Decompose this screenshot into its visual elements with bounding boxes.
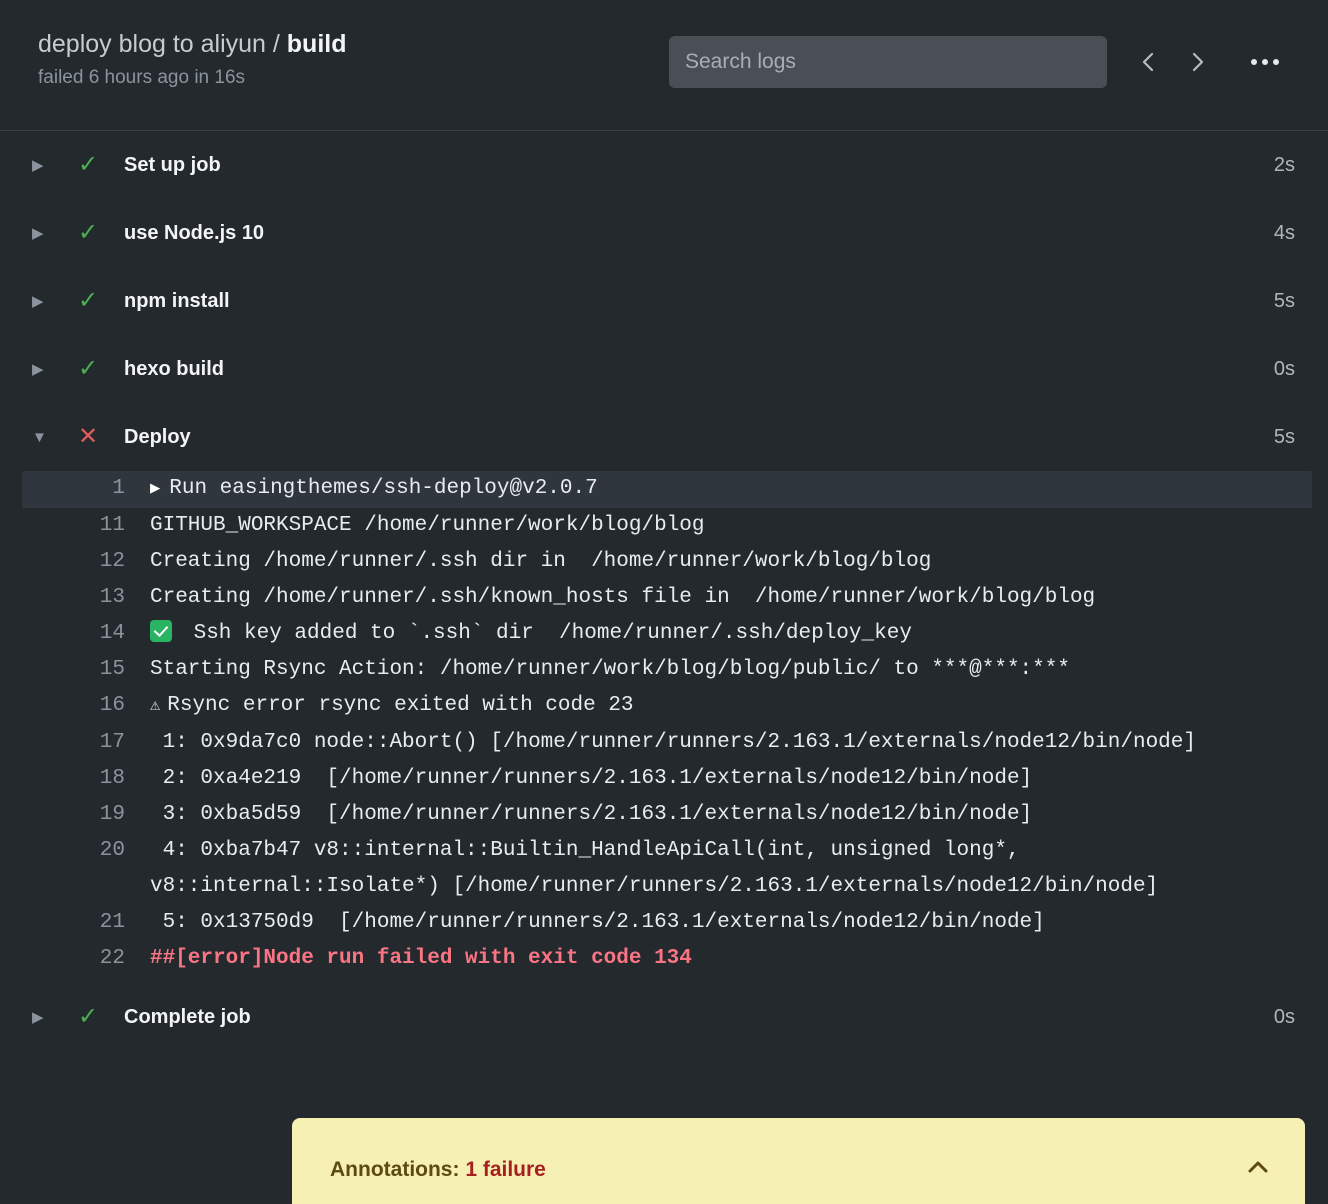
check-icon: ✓ xyxy=(77,287,99,314)
log-line-text: Starting Rsync Action: /home/runner/work… xyxy=(150,658,1070,681)
log-line[interactable]: 15 Starting Rsync Action: /home/runner/w… xyxy=(0,652,1328,688)
log-line[interactable]: 21 5: 0x13750d9 [/home/runner/runners/2.… xyxy=(0,905,1328,941)
log-line-number: 16 xyxy=(99,694,125,717)
kebab-horizontal-icon xyxy=(1251,59,1257,65)
log-line-text: ##[error]Node run failed with exit code … xyxy=(150,947,692,970)
step-row-set-up-job[interactable]: ▶ ✓ Set up job 2s xyxy=(0,131,1328,199)
step-label: Set up job xyxy=(124,153,221,176)
log-line-number: 18 xyxy=(99,767,125,790)
steps-list: ▶ ✓ Set up job 2s ▶ ✓ use Node.js 10 4s … xyxy=(0,131,1328,1051)
log-line[interactable]: 18 2: 0xa4e219 [/home/runner/runners/2.1… xyxy=(0,761,1328,797)
annotations-banner[interactable]: Annotations: 1 failure xyxy=(292,1118,1305,1204)
log-line-text: 3: 0xba5d59 [/home/runner/runners/2.163.… xyxy=(150,803,1033,826)
chevron-right-icon[interactable]: ▶ xyxy=(32,1010,66,1025)
collapse-annotations-button[interactable] xyxy=(1246,1156,1270,1180)
log-line[interactable]: 13 Creating /home/runner/.ssh/known_host… xyxy=(0,580,1328,616)
search-logs-input[interactable] xyxy=(669,36,1107,88)
log-line-number: 13 xyxy=(99,586,125,609)
log-line-text: 5: 0x13750d9 [/home/runner/runners/2.163… xyxy=(150,911,1045,934)
job-name: build xyxy=(286,30,347,58)
step-label: Deploy xyxy=(124,425,191,448)
chevron-up-icon xyxy=(1248,1161,1268,1173)
next-step-button[interactable] xyxy=(1180,44,1216,80)
log-line-number: 17 xyxy=(99,731,125,754)
log-line[interactable]: 22 ##[error]Node run failed with exit co… xyxy=(0,941,1328,977)
step-row-deploy[interactable]: ▼ ✕ Deploy 5s xyxy=(0,403,1328,471)
check-icon: ✓ xyxy=(77,151,99,178)
log-line-text: 4: 0xba7b47 v8::internal::Builtin_Handle… xyxy=(150,839,1159,898)
log-header: deploy blog to aliyun / build failed 6 h… xyxy=(0,0,1328,131)
step-row-complete-job[interactable]: ▶ ✓ Complete job 0s xyxy=(0,983,1328,1051)
step-row-hexo-build[interactable]: ▶ ✓ hexo build 0s xyxy=(0,335,1328,403)
log-line[interactable]: 17 1: 0x9da7c0 node::Abort() [/home/runn… xyxy=(0,725,1328,761)
log-line-text: 2: 0xa4e219 [/home/runner/runners/2.163.… xyxy=(150,767,1033,790)
chevron-right-icon[interactable]: ▶ xyxy=(32,362,66,377)
log-line-number: 21 xyxy=(99,911,125,934)
log-line-number: 19 xyxy=(99,803,125,826)
kebab-horizontal-icon xyxy=(1262,59,1268,65)
check-icon: ✓ xyxy=(77,1003,99,1030)
step-label: use Node.js 10 xyxy=(124,221,265,244)
log-line-content: Rsync error rsync exited with code 23 xyxy=(167,694,634,717)
log-line-text: ▶ Run easingthemes/ssh-deploy@v2.0.7 xyxy=(150,471,1312,508)
log-line[interactable]: 1 ▶ Run easingthemes/ssh-deploy@v2.0.7 xyxy=(22,471,1312,508)
log-line-text: Creating /home/runner/.ssh/known_hosts f… xyxy=(150,586,1096,609)
log-line-text: GITHUB_WORKSPACE /home/runner/work/blog/… xyxy=(150,514,705,537)
previous-step-button[interactable] xyxy=(1130,44,1166,80)
log-line[interactable]: 14 Ssh key added to `.ssh` dir /home/run… xyxy=(0,616,1328,652)
green-check-box-icon xyxy=(150,620,172,642)
check-icon: ✓ xyxy=(77,219,99,246)
log-line-content: Run easingthemes/ssh-deploy@v2.0.7 xyxy=(169,477,598,500)
annotations-failure-count: 1 failure xyxy=(465,1158,546,1181)
step-duration: 2s xyxy=(1273,153,1295,176)
chevron-right-icon[interactable]: ▶ xyxy=(32,226,66,241)
x-icon: ✕ xyxy=(77,423,99,450)
chevron-right-icon xyxy=(1192,52,1204,72)
warning-triangle-icon: ⚠ xyxy=(150,697,161,716)
chevron-right-icon[interactable]: ▶ xyxy=(32,158,66,173)
page-title: deploy blog to aliyun / build xyxy=(38,28,347,60)
log-line-number: 12 xyxy=(99,550,125,573)
kebab-horizontal-icon xyxy=(1273,59,1279,65)
more-options-button[interactable] xyxy=(1243,44,1287,80)
chevron-left-icon xyxy=(1142,52,1154,72)
step-duration: 0s xyxy=(1273,357,1295,380)
log-line[interactable]: 20 4: 0xba7b47 v8::internal::Builtin_Han… xyxy=(0,833,1328,905)
log-line-number: 1 xyxy=(112,477,125,500)
chevron-right-icon[interactable]: ▶ xyxy=(150,480,160,499)
step-row-use-nodejs-10[interactable]: ▶ ✓ use Node.js 10 4s xyxy=(0,199,1328,267)
log-line-text: 1: 0x9da7c0 node::Abort() [/home/runner/… xyxy=(150,731,1196,754)
log-line-number: 20 xyxy=(99,839,125,862)
log-line-number: 22 xyxy=(99,947,125,970)
log-line-number: 14 xyxy=(99,622,125,645)
step-duration: 0s xyxy=(1273,1005,1295,1028)
deploy-log-output: 1 ▶ Run easingthemes/ssh-deploy@v2.0.7 11… xyxy=(0,471,1328,983)
step-duration: 5s xyxy=(1273,289,1295,312)
check-icon: ✓ xyxy=(77,355,99,382)
annotations-title: Annotations: xyxy=(330,1158,466,1181)
log-line-text: ⚠ Rsync error rsync exited with code 23 xyxy=(150,688,1328,725)
log-line[interactable]: 11 GITHUB_WORKSPACE /home/runner/work/bl… xyxy=(0,508,1328,544)
log-line-number: 15 xyxy=(99,658,125,681)
log-line[interactable]: 12 Creating /home/runner/.ssh dir in /ho… xyxy=(0,544,1328,580)
workflow-name: deploy blog to aliyun / xyxy=(38,30,287,58)
step-duration: 4s xyxy=(1273,221,1295,244)
chevron-right-icon[interactable]: ▶ xyxy=(32,294,66,309)
log-line-content: Ssh key added to `.ssh` dir /home/runner… xyxy=(181,622,912,645)
annotations-label: Annotations: 1 failure xyxy=(330,1158,546,1182)
log-line-text: Ssh key added to `.ssh` dir /home/runner… xyxy=(150,616,1328,652)
step-label: hexo build xyxy=(124,357,224,380)
job-status-subtitle: failed 6 hours ago in 16s xyxy=(38,67,246,88)
log-line-number: 11 xyxy=(99,514,125,537)
step-label: Complete job xyxy=(124,1005,251,1028)
chevron-down-icon[interactable]: ▼ xyxy=(32,430,66,445)
step-label: npm install xyxy=(124,289,230,312)
header-title-block: deploy blog to aliyun / build failed 6 h… xyxy=(38,28,347,90)
log-line[interactable]: 16 ⚠ Rsync error rsync exited with code 2… xyxy=(0,688,1328,725)
log-line-text: Creating /home/runner/.ssh dir in /home/… xyxy=(150,550,932,573)
log-line[interactable]: 19 3: 0xba5d59 [/home/runner/runners/2.1… xyxy=(0,797,1328,833)
step-duration: 5s xyxy=(1273,425,1295,448)
step-row-npm-install[interactable]: ▶ ✓ npm install 5s xyxy=(0,267,1328,335)
